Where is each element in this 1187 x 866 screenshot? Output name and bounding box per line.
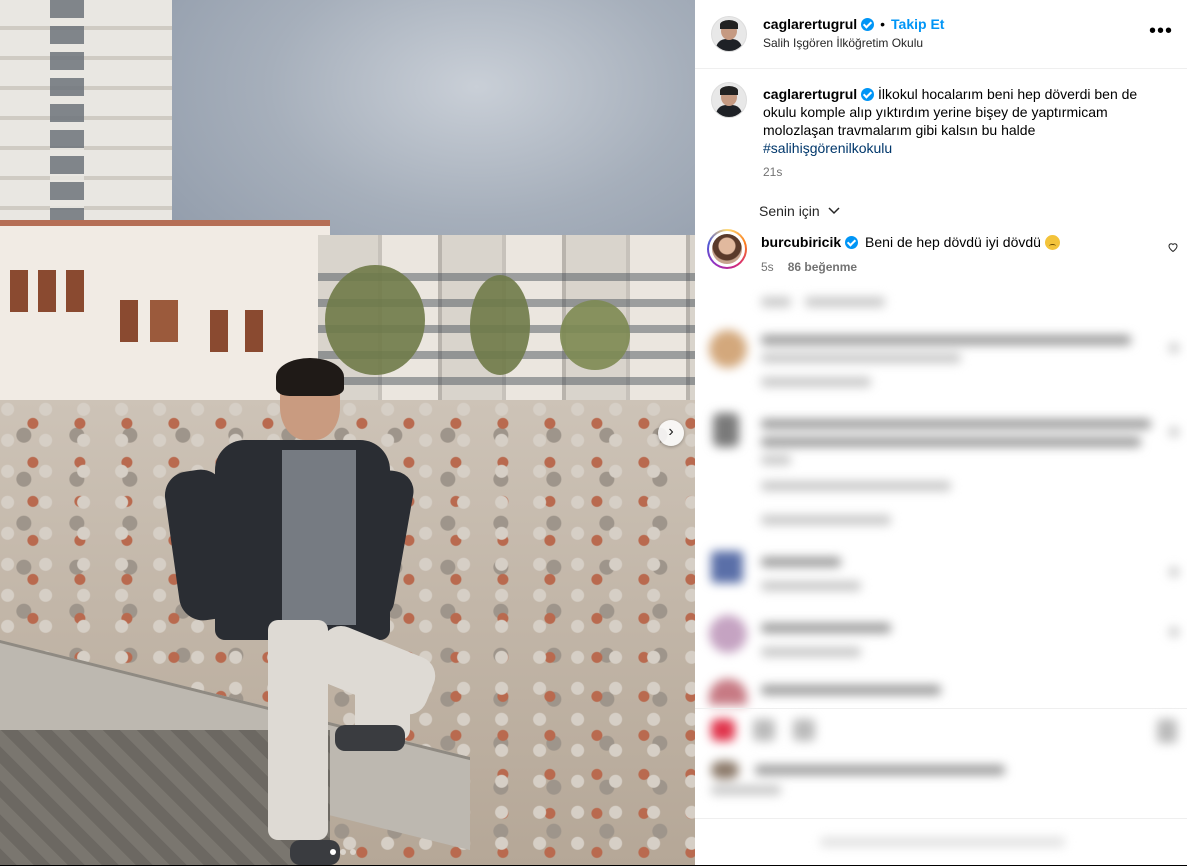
blurred-comments — [695, 285, 1187, 705]
verified-badge-icon — [861, 18, 875, 31]
caption-hashtag[interactable]: #salihişgörenilkokulu — [763, 140, 892, 156]
carousel-dot — [350, 849, 356, 855]
post-location[interactable]: Salih Işgören İlköğretim Okulu — [763, 36, 923, 50]
comment: burcubiricik Beni de hep dövdü iyi dövdü — [761, 234, 1060, 250]
caption-author[interactable]: caglarertugrul — [763, 86, 857, 102]
post-header: caglarertugrul • Takip Et Salih Işgören İl… — [695, 0, 1187, 69]
comment-meta: 5s 86 beğenme — [761, 260, 857, 274]
verified-badge-icon — [845, 236, 859, 249]
caption-avatar[interactable] — [711, 82, 747, 118]
comment-text: Beni de hep dövdü iyi dövdü — [865, 234, 1041, 250]
comment-author[interactable]: burcubiricik — [761, 234, 841, 250]
avatar[interactable] — [711, 16, 747, 52]
post-time: 21s — [763, 165, 783, 179]
post-actions-bar — [695, 708, 1187, 795]
comment-sort-dropdown[interactable]: Senin için — [759, 203, 840, 219]
add-comment-footer — [695, 818, 1187, 866]
more-options-icon[interactable]: ••• — [1149, 20, 1173, 43]
carousel-dot — [340, 849, 346, 855]
post-photo[interactable]: › — [0, 0, 695, 865]
post-caption: caglarertugrul İlkokul hocalarım beni he… — [763, 85, 1153, 157]
comment-avatar[interactable] — [707, 229, 747, 269]
chevron-right-icon: › — [668, 423, 674, 440]
comment-time: 5s — [761, 260, 774, 274]
carousel-indicator — [330, 849, 356, 855]
post-side-panel: caglarertugrul • Takip Et Salih Işgören İl… — [695, 0, 1187, 865]
next-slide-button[interactable]: › — [658, 420, 684, 446]
follow-button[interactable]: Takip Et — [891, 16, 944, 32]
chevron-down-icon — [828, 207, 840, 215]
carousel-dot — [330, 849, 336, 855]
comment-likes[interactable]: 86 beğenme — [788, 260, 857, 274]
like-comment-heart-icon[interactable] — [1167, 241, 1179, 253]
worried-face-icon — [1044, 235, 1060, 250]
photo-tree — [325, 265, 425, 375]
verified-badge-icon — [861, 88, 875, 101]
author-username[interactable]: caglarertugrul — [763, 16, 857, 32]
